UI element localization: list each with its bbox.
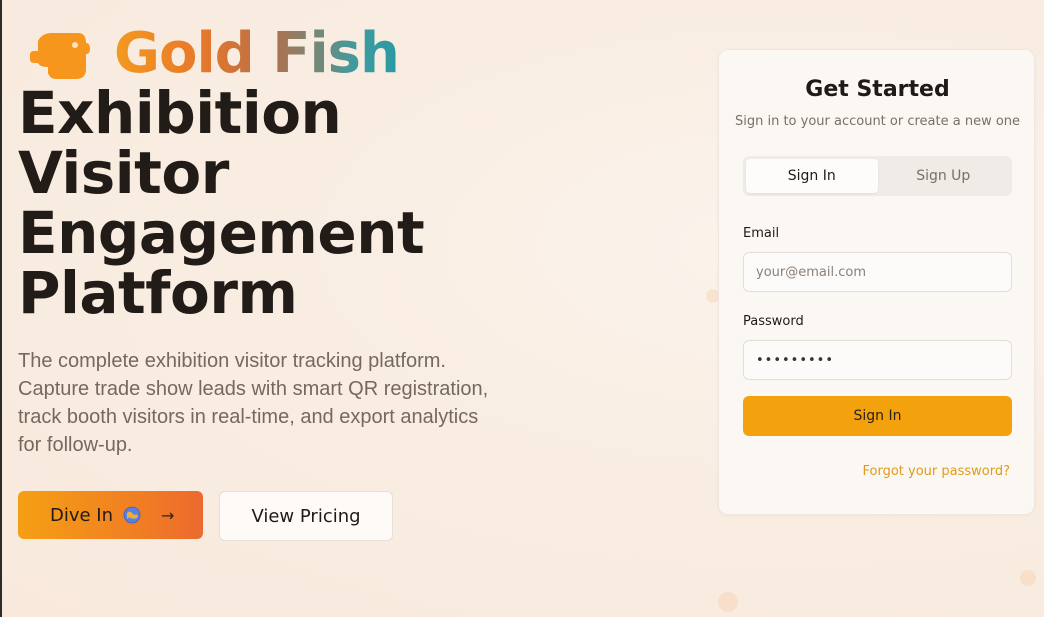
globe-icon <box>123 506 141 524</box>
hero-title-line: Engagement <box>18 199 425 267</box>
auth-tabs: Sign In Sign Up <box>743 156 1012 196</box>
tab-sign-up[interactable]: Sign Up <box>878 159 1010 193</box>
hero-title-line: Visitor <box>18 139 229 207</box>
auth-card: Get Started Sign in to your account or c… <box>718 49 1035 515</box>
decorative-bubble <box>718 592 738 612</box>
hero-title-line: Exhibition <box>18 79 342 147</box>
password-label: Password <box>743 314 804 329</box>
decorative-bubble <box>1020 570 1036 586</box>
card-title: Get Started <box>805 77 950 102</box>
forgot-password-link[interactable]: Forgot your password? <box>862 464 1010 479</box>
password-field[interactable]: ••••••••• <box>743 340 1012 380</box>
hero-title: Exhibition Visitor Engagement Platform <box>18 79 425 327</box>
dive-in-button[interactable]: Dive In → <box>18 491 203 539</box>
hero-title-line: Platform <box>18 259 298 327</box>
dive-in-label: Dive In <box>50 504 114 526</box>
view-pricing-label: View Pricing <box>251 505 361 527</box>
goldfish-icon <box>30 33 90 79</box>
arrow-right-icon: → <box>161 505 175 525</box>
brand-name: Gold Fish <box>114 21 400 86</box>
tab-sign-in[interactable]: Sign In <box>746 159 878 193</box>
email-field[interactable]: your@email.com <box>743 252 1012 292</box>
brand-logo[interactable]: Gold Fish <box>28 21 400 86</box>
sign-in-button[interactable]: Sign In <box>743 396 1012 436</box>
hero-description: The complete exhibition visitor tracking… <box>18 350 489 456</box>
email-label: Email <box>743 226 780 241</box>
window-left-edge <box>0 0 2 617</box>
card-subtitle: Sign in to your account or create a new … <box>734 114 1021 129</box>
view-pricing-button[interactable]: View Pricing <box>219 491 393 541</box>
